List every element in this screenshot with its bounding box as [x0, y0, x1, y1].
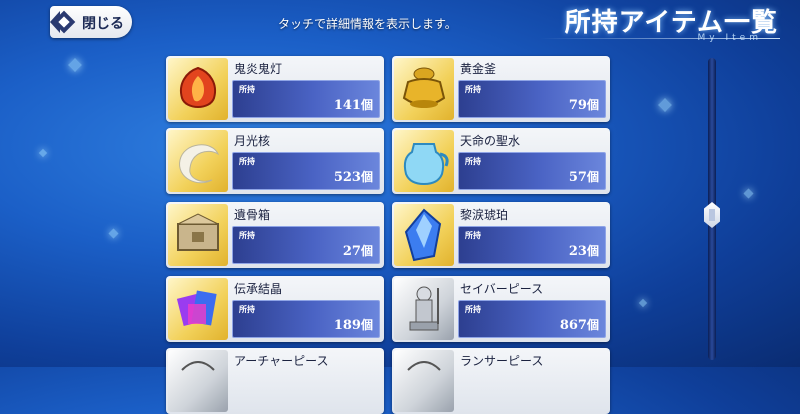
item-card[interactable]: 遺骨箱所持 27個 [166, 202, 384, 268]
close-button[interactable]: 閉じる [50, 6, 132, 38]
item-count-panel: 所持 23個 [458, 226, 606, 264]
owned-label: 所持 [465, 85, 481, 94]
item-name: 鬼炎鬼灯 [234, 62, 283, 76]
item-card[interactable]: 黎涙琥珀所持 23個 [392, 202, 610, 268]
item-card[interactable]: 天命の聖水所持 57個 [392, 128, 610, 194]
item-count-panel: 所持 523個 [232, 152, 380, 190]
owned-label: 所持 [239, 231, 255, 240]
item-count-unit: 個 [586, 170, 599, 184]
item-count-unit: 個 [360, 98, 373, 112]
item-count-number: 23 [568, 244, 587, 259]
close-button-label: 閉じる [82, 16, 124, 32]
item-name: 黎涙琥珀 [460, 208, 509, 222]
owned-label: 所持 [239, 305, 255, 314]
item-count-unit: 個 [360, 244, 373, 258]
saber-piece-icon [394, 278, 454, 340]
owned-label: 所持 [465, 231, 481, 240]
item-count-panel: 所持 79個 [458, 80, 606, 118]
item-count: 27個 [343, 242, 373, 259]
item-count-panel: 所持 867個 [458, 300, 606, 338]
sparkle-decoration [638, 298, 648, 308]
sparkle-decoration [657, 97, 673, 113]
sparkle-decoration [38, 148, 48, 158]
item-count-number: 141 [333, 98, 361, 113]
owned-label: 所持 [239, 85, 255, 94]
item-count: 57個 [569, 168, 599, 185]
item-count: 141個 [334, 96, 373, 113]
item-card[interactable]: セイバーピース所持 867個 [392, 276, 610, 342]
flame-lantern-icon [168, 58, 228, 120]
sparkle-decoration [67, 57, 83, 73]
blue-crystal-icon [394, 204, 454, 266]
item-count-panel: 所持 141個 [232, 80, 380, 118]
item-count: 867個 [560, 316, 599, 333]
item-name: ランサーピース [460, 354, 544, 368]
item-list-screen: { "header": { "close_label": "閉じる", "hin… [0, 0, 800, 414]
item-count-number: 523 [333, 170, 361, 185]
item-count-panel: 所持 189個 [232, 300, 380, 338]
owned-label: 所持 [465, 305, 481, 314]
item-count-panel: 所持 27個 [232, 226, 380, 264]
golden-cauldron-icon [394, 58, 454, 120]
crescent-moon-icon [168, 130, 228, 192]
item-count-number: 57 [568, 170, 587, 185]
item-name: 遺骨箱 [234, 208, 271, 222]
item-name: 天命の聖水 [460, 134, 521, 148]
item-count: 79個 [569, 96, 599, 113]
scrollbar-thumb[interactable] [702, 200, 722, 230]
item-card[interactable]: ランサーピース [392, 348, 610, 414]
title-underline [540, 38, 780, 39]
scroll-thumb-grip [709, 209, 715, 221]
item-card[interactable]: 鬼炎鬼灯所持 141個 [166, 56, 384, 122]
item-count-number: 867 [559, 318, 587, 333]
lancer-piece-icon [394, 350, 454, 412]
owned-label: 所持 [239, 157, 255, 166]
lore-crystal-icon [168, 278, 228, 340]
item-card[interactable]: 月光核所持 523個 [166, 128, 384, 194]
holy-water-jug-icon [394, 130, 454, 192]
sparkle-decoration [743, 188, 754, 199]
item-name: 黄金釜 [460, 62, 497, 76]
item-count: 23個 [569, 242, 599, 259]
item-name: アーチャーピース [234, 354, 329, 368]
item-count-unit: 個 [360, 318, 373, 332]
item-count-unit: 個 [586, 98, 599, 112]
reliquary-box-icon [168, 204, 228, 266]
item-card[interactable]: 伝承結晶所持 189個 [166, 276, 384, 342]
item-count-unit: 個 [360, 170, 373, 184]
item-name: 月光核 [234, 134, 271, 148]
item-count-number: 189 [333, 318, 361, 333]
item-card[interactable]: アーチャーピース [166, 348, 384, 414]
item-count-unit: 個 [586, 244, 599, 258]
item-count-unit: 個 [586, 318, 599, 332]
item-count-panel: 所持 57個 [458, 152, 606, 190]
item-card[interactable]: 黄金釜所持 79個 [392, 56, 610, 122]
item-count-number: 79 [568, 98, 587, 113]
item-name: 伝承結晶 [234, 282, 283, 296]
archer-piece-icon [168, 350, 228, 412]
item-name: セイバーピース [460, 282, 544, 296]
owned-label: 所持 [465, 157, 481, 166]
item-count-number: 27 [342, 244, 361, 259]
touch-hint: タッチで詳細情報を表示します。 [278, 17, 457, 31]
item-count: 523個 [334, 168, 373, 185]
item-count: 189個 [334, 316, 373, 333]
sparkle-decoration [108, 228, 119, 239]
